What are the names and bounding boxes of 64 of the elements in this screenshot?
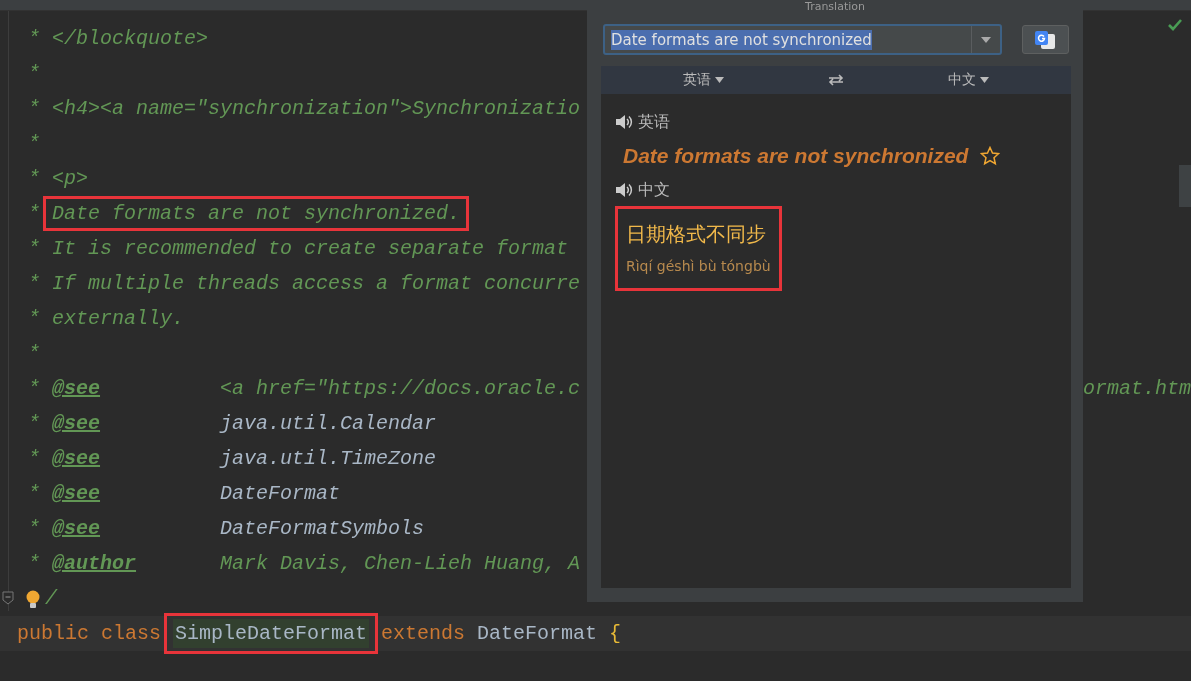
javadoc-reference: java.util.Calendar (220, 412, 437, 435)
pinyin-text: Rìqí géshì bù tóngbù (626, 258, 771, 274)
comment-prefix: * (28, 342, 40, 365)
swap-icon[interactable] (827, 74, 845, 86)
source-text: Date formats are not synchronized (623, 144, 969, 168)
language-label: 英语 (638, 111, 670, 133)
comment-prefix: * (28, 412, 40, 435)
translate-icon (1033, 28, 1058, 51)
checkmark-icon (1167, 18, 1183, 32)
doc-comment-text: <a href="https://docs.oracle.c (220, 377, 581, 400)
comment-prefix: * (28, 482, 40, 505)
comment-prefix: * (28, 517, 40, 540)
language-label: 中文 (638, 179, 670, 201)
lightbulb-icon[interactable] (25, 589, 41, 611)
comment-prefix: * (28, 377, 40, 400)
javadoc-tag: @see (52, 482, 101, 505)
keyword: extends (381, 622, 466, 645)
doc-comment-text: If multiple threads access a format concurre (52, 272, 581, 295)
keyword: class (101, 622, 162, 645)
doc-comment-text: / (45, 587, 57, 610)
popup-title: Translation (804, 0, 866, 14)
source-language-dropdown[interactable]: 英语 (682, 71, 724, 89)
comment-prefix: * (28, 132, 40, 155)
comment-prefix: * (28, 27, 40, 50)
translate-button[interactable] (1021, 25, 1069, 54)
translated-text: 日期格式不同步 (626, 221, 767, 248)
comment-prefix: * (28, 272, 40, 295)
speaker-icon[interactable] (615, 114, 633, 130)
keyword: public (17, 622, 89, 645)
doc-comment-text: <h4><a name="synchronization">Synchronizatio (52, 97, 581, 120)
javadoc-tag: @see (52, 412, 101, 435)
doc-comment-text: </blockquote> (52, 27, 209, 50)
dropdown-icon[interactable] (979, 35, 992, 44)
comment-prefix: * (28, 307, 40, 330)
comment-prefix: * (28, 552, 40, 575)
javadoc-tag: @see (52, 517, 101, 540)
star-icon[interactable] (980, 146, 1001, 166)
comment-prefix: * (28, 62, 40, 85)
type-name: DateFormat (477, 622, 598, 645)
brace: { (609, 622, 622, 645)
fold-icon[interactable] (2, 591, 14, 605)
comment-prefix: * (28, 237, 40, 260)
doc-comment-text: externally. (52, 307, 185, 330)
javadoc-tag: @author (52, 552, 137, 575)
javadoc-tag: @see (52, 447, 101, 470)
doc-comment-text: ormat.htm (1082, 377, 1191, 400)
doc-comment-text: <p> (52, 167, 89, 190)
javadoc-reference: java.util.TimeZone (220, 447, 437, 470)
comment-prefix: * (28, 202, 40, 225)
javadoc-reference: DateFormat (220, 482, 341, 505)
caret-icon (714, 77, 724, 83)
query-field[interactable]: Date formats are not synchronized (603, 24, 1002, 55)
doc-comment-text: Date formats are not synchronized. (52, 202, 461, 225)
comment-prefix: * (28, 97, 40, 120)
caret-icon (980, 77, 990, 83)
comment-prefix: * (28, 167, 40, 190)
javadoc-reference: DateFormatSymbols (220, 517, 425, 540)
comment-prefix: * (28, 447, 40, 470)
class-name: SimpleDateFormat (173, 619, 370, 648)
target-language-dropdown[interactable]: 中文 (948, 71, 990, 89)
javadoc-tag: @see (52, 377, 101, 400)
doc-comment-text: Mark Davis, Chen-Lieh Huang, A (220, 552, 581, 575)
speaker-icon[interactable] (615, 182, 633, 198)
doc-comment-text: It is recommended to create separate format (52, 237, 569, 260)
